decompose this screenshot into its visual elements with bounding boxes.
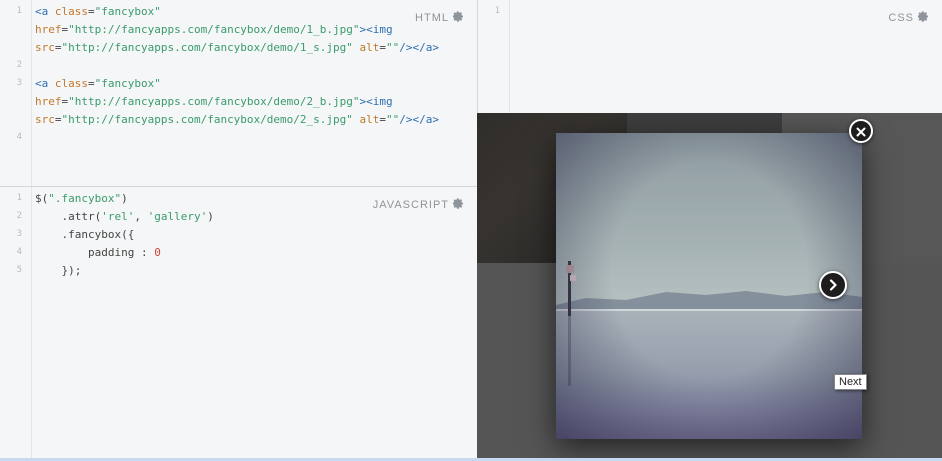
code-token: href <box>35 23 62 36</box>
code-token: class <box>54 77 88 90</box>
code-token: "http://fancyapps.com/fancybox/demo/2_s.… <box>61 113 353 126</box>
html-gutter: 1 2 3 4 <box>0 0 32 186</box>
code-token: ><img <box>359 23 393 36</box>
line-number: 4 <box>16 132 22 142</box>
js-pane-header: JAVASCRIPT <box>373 198 464 212</box>
code-line: }); <box>35 262 214 280</box>
gear-icon[interactable] <box>452 198 464 212</box>
code-token: alt <box>352 41 380 54</box>
code-token: = <box>54 113 62 126</box>
code-line: <a class="fancybox" <box>35 3 439 21</box>
code-token: "fancybox" <box>94 77 161 90</box>
html-code-editor[interactable]: <a class="fancybox" href="http://fancyapp… <box>35 3 439 129</box>
gear-icon[interactable] <box>452 11 464 25</box>
code-line: $(".fancybox") <box>35 190 214 208</box>
result-preview[interactable]: Next <box>477 113 942 458</box>
next-tooltip: Next <box>834 374 867 390</box>
next-button[interactable] <box>819 271 847 299</box>
lightbox-image <box>556 133 862 439</box>
code-line: <a class="fancybox" <box>35 75 439 93</box>
code-token: href <box>35 95 62 108</box>
code-token: class <box>54 5 88 18</box>
line-number: 1 <box>16 193 22 203</box>
code-token: $( <box>35 192 49 205</box>
image-vignette <box>556 133 862 439</box>
code-token: ) <box>121 192 128 205</box>
code-token: <a <box>35 5 55 18</box>
code-token: "http://fancyapps.com/fancybox/demo/2_b.… <box>68 95 360 108</box>
css-editor-pane[interactable]: 1 CSS <box>477 0 942 113</box>
html-pane-label: HTML <box>415 12 449 24</box>
code-line: .fancybox({ <box>35 226 214 244</box>
line-number: 4 <box>16 247 22 257</box>
code-token: "" <box>386 113 400 126</box>
gear-icon[interactable] <box>917 11 929 25</box>
code-token: .attr( <box>35 210 102 223</box>
code-token: "fancybox" <box>94 5 161 18</box>
code-token: .fancybox({ <box>35 228 135 241</box>
code-token: = <box>88 77 95 90</box>
close-icon <box>856 122 866 141</box>
css-gutter: 1 <box>478 0 510 113</box>
code-token: /></a> <box>399 113 440 126</box>
code-line: src="http://fancyapps.com/fancybox/demo/… <box>35 111 439 129</box>
js-gutter: 1 2 3 4 5 <box>0 187 32 458</box>
javascript-editor-pane[interactable]: 1 2 3 4 5 $(".fancybox") .attr('rel', 'g… <box>0 187 477 458</box>
html-editor-pane[interactable]: 1 2 3 4 <a class="fancybox" href="http://… <box>0 0 477 187</box>
code-token: <a <box>35 77 55 90</box>
code-line: href="http://fancyapps.com/fancybox/demo… <box>35 93 439 111</box>
code-token: 'gallery' <box>147 210 208 223</box>
code-token: 'rel' <box>101 210 135 223</box>
code-token: ) <box>207 210 214 223</box>
code-token: "http://fancyapps.com/fancybox/demo/1_b.… <box>68 23 360 36</box>
code-token: /></a> <box>399 41 440 54</box>
css-pane-header: CSS <box>888 11 929 25</box>
line-number: 1 <box>16 6 22 16</box>
code-line: padding : 0 <box>35 244 214 262</box>
code-token: = <box>54 41 62 54</box>
css-pane-label: CSS <box>888 12 914 24</box>
html-pane-header: HTML <box>415 11 464 25</box>
line-number: 2 <box>16 211 22 221</box>
code-token: alt <box>352 113 380 126</box>
code-line: href="http://fancyapps.com/fancybox/demo… <box>35 21 439 39</box>
code-line: src="http://fancyapps.com/fancybox/demo/… <box>35 39 439 57</box>
line-number: 3 <box>16 229 22 239</box>
line-number: 5 <box>16 265 22 275</box>
code-token: src <box>35 41 55 54</box>
chevron-right-icon <box>828 276 838 295</box>
code-token: }); <box>35 264 82 277</box>
code-token: padding : <box>35 246 155 259</box>
javascript-pane-label: JAVASCRIPT <box>372 199 449 211</box>
code-token: ><img <box>359 95 393 108</box>
code-token: ".fancybox" <box>48 192 122 205</box>
line-number: 2 <box>16 60 22 70</box>
code-token: "" <box>386 41 400 54</box>
line-number: 1 <box>494 6 500 16</box>
line-number: 3 <box>16 78 22 88</box>
close-button[interactable] <box>849 119 873 143</box>
code-token: = <box>88 5 95 18</box>
code-line: .attr('rel', 'gallery') <box>35 208 214 226</box>
code-token: 0 <box>154 246 161 259</box>
code-token: "http://fancyapps.com/fancybox/demo/1_s.… <box>61 41 353 54</box>
code-token: src <box>35 113 55 126</box>
code-token: , <box>134 210 148 223</box>
javascript-code-editor[interactable]: $(".fancybox") .attr('rel', 'gallery') .… <box>35 190 214 280</box>
